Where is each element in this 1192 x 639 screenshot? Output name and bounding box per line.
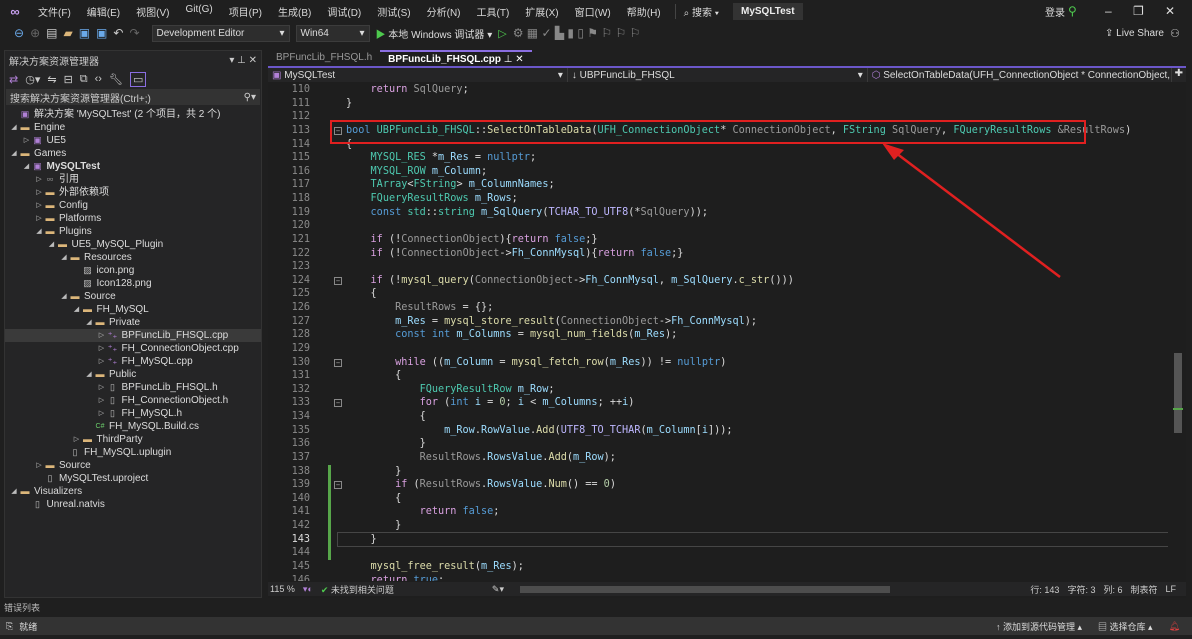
annotation-arrow bbox=[882, 143, 1061, 278]
arrow-line bbox=[891, 149, 1061, 278]
